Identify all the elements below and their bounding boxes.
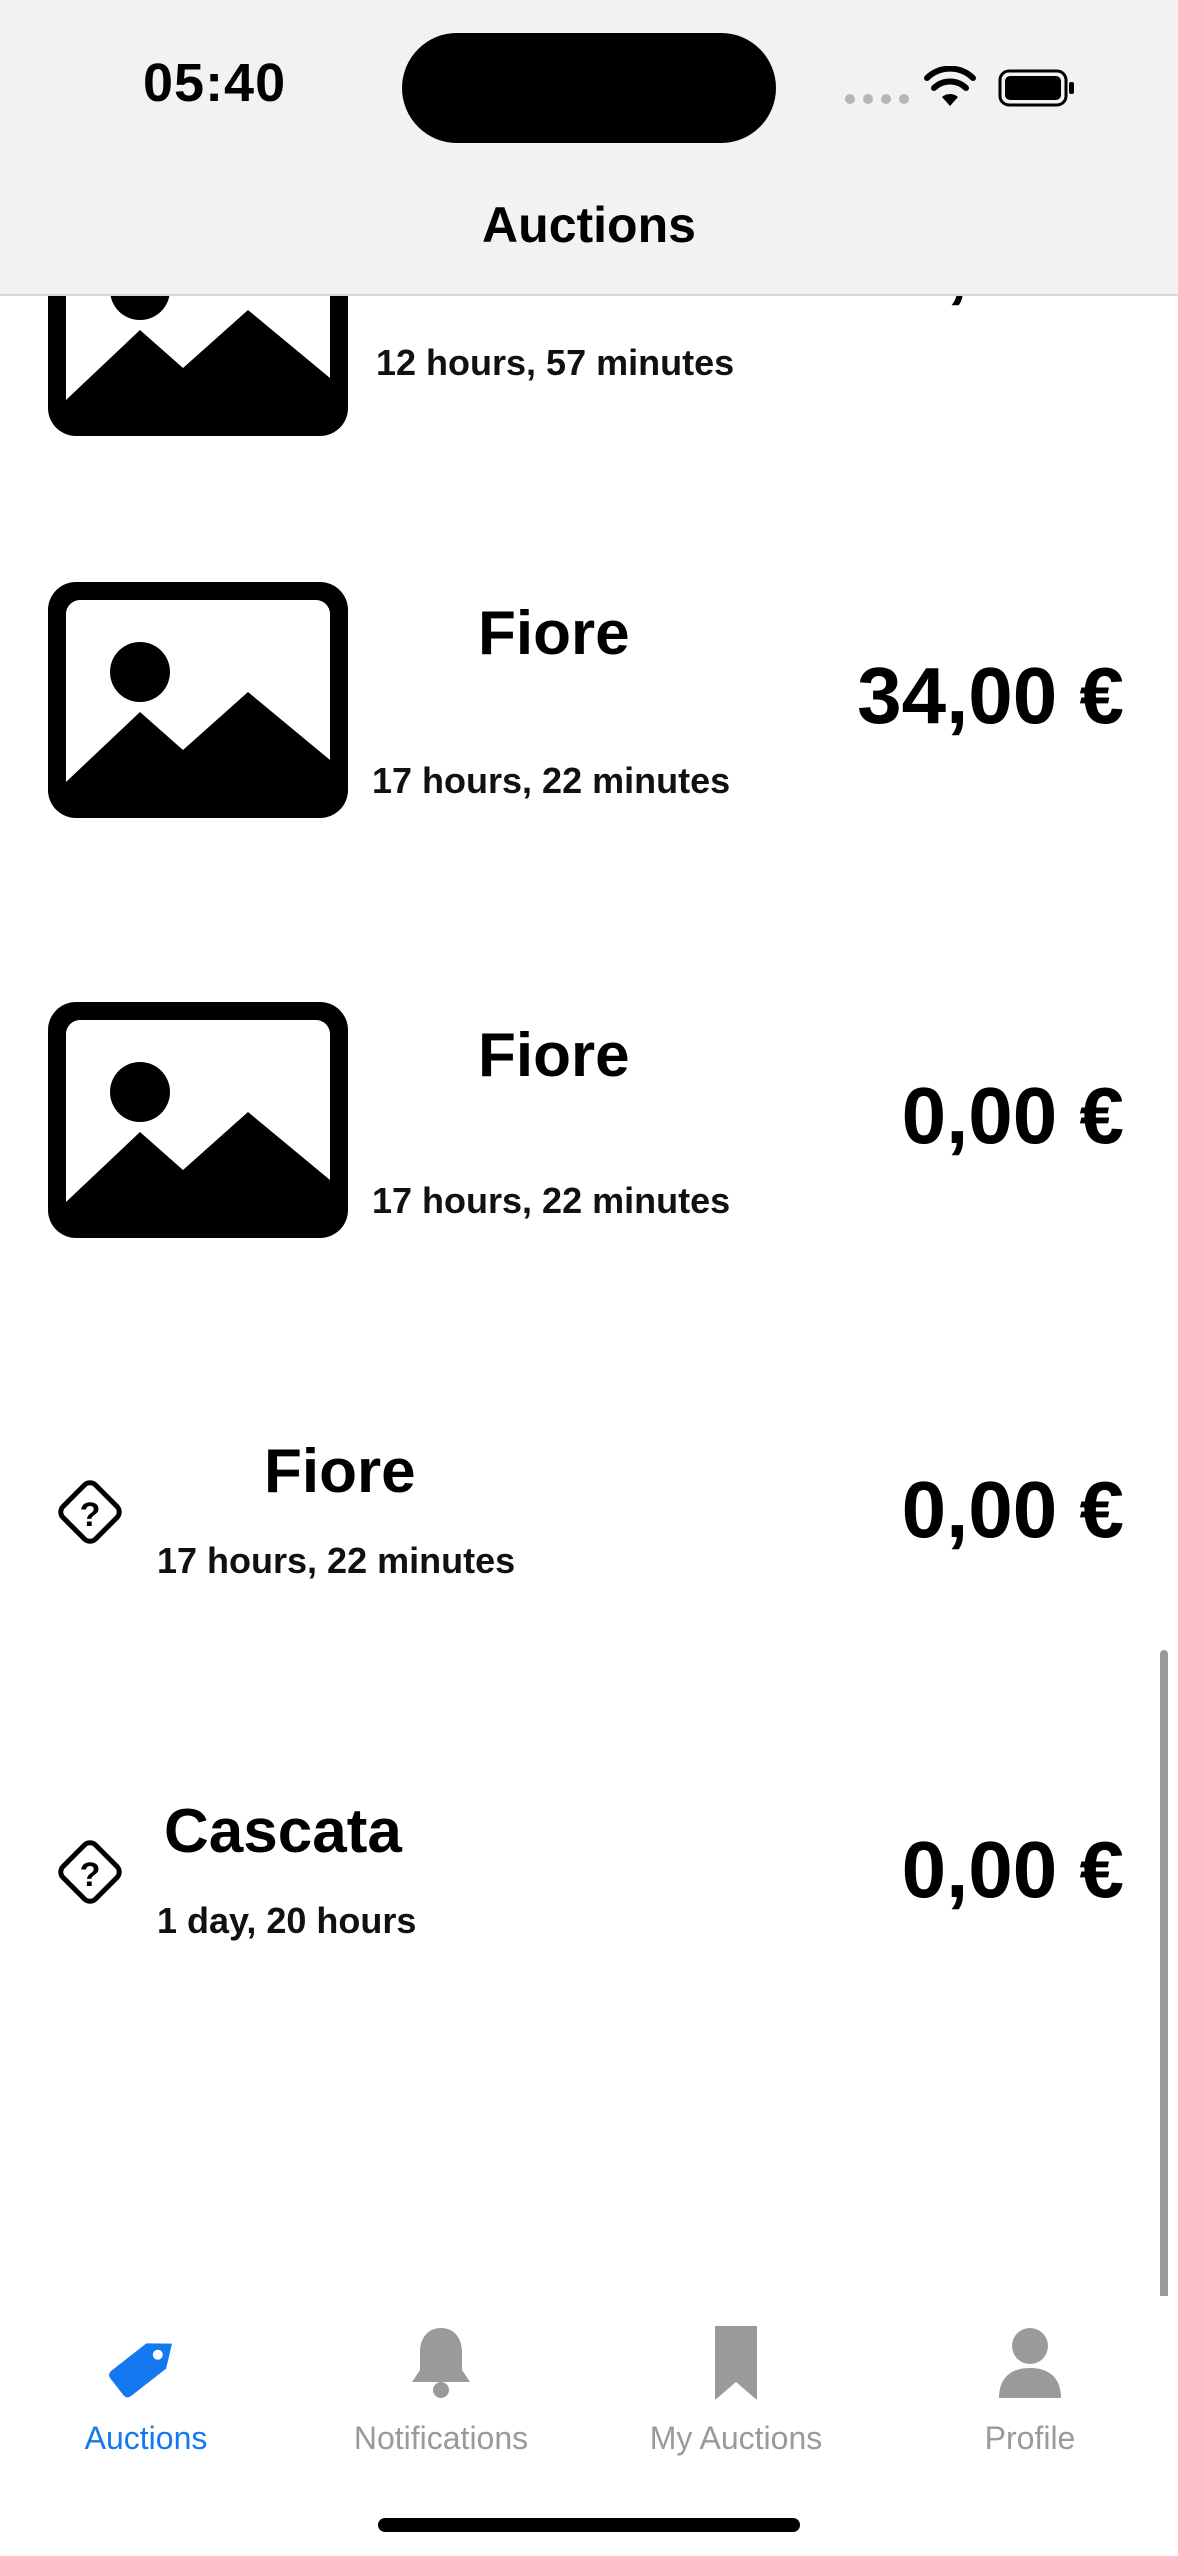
question-diamond-icon: ? (58, 1840, 122, 1904)
auction-title: Cascata (164, 1797, 402, 1866)
auction-title: Fiore (478, 1021, 630, 1090)
tab-label: Notifications (353, 2420, 529, 2456)
battery-icon (998, 69, 1074, 107)
auction-price: 0,00 € (901, 1465, 1124, 1554)
auction-time-remaining: 17 hours, 22 minutes (372, 1180, 731, 1221)
auction-price: 0,00 € (901, 1825, 1124, 1914)
question-diamond-icon: ? (58, 1480, 122, 1544)
auction-time-remaining: 17 hours, 22 minutes (372, 760, 731, 801)
tab-label: Profile (984, 2420, 1076, 2456)
photo-placeholder-icon (48, 1002, 348, 1238)
auction-price: 34,00 € (857, 651, 1124, 740)
auction-title: Fiore (264, 1437, 416, 1506)
tab-my-auctions[interactable]: My Auctions (616, 2324, 856, 2457)
tab-label: Auctions (84, 2420, 208, 2456)
auction-row[interactable]: ? Cascata 1 day, 20 hours 0,00 € (0, 1790, 1178, 1990)
auction-list[interactable]: 12 hours, 57 minutes 0,00 € Fiore 17 hou… (0, 0, 1178, 2300)
vertical-scrollbar[interactable] (1160, 1650, 1168, 2300)
auction-row[interactable]: Fiore 17 hours, 22 minutes 0,00 € (0, 990, 1178, 1250)
tab-profile[interactable]: Profile (910, 2324, 1150, 2457)
auction-row[interactable]: ? Fiore 17 hours, 22 minutes 0,00 € (0, 1430, 1178, 1630)
dynamic-island (402, 33, 776, 143)
navigation-header: 05:40 Auctions (0, 0, 1178, 296)
person-icon (999, 2328, 1061, 2398)
auction-time-remaining: 17 hours, 22 minutes (157, 1540, 516, 1581)
auction-price: 0,00 € (901, 1071, 1124, 1160)
bookmark-icon (715, 2326, 757, 2400)
auction-title: Fiore (478, 599, 630, 668)
tab-auctions[interactable]: Auctions (26, 2324, 266, 2457)
svg-text:?: ? (80, 1496, 101, 1534)
tab-bar: Auctions Notifications My Auctions Profi… (0, 2296, 1178, 2556)
status-time: 05:40 (143, 53, 287, 113)
tab-notifications[interactable]: Notifications (321, 2324, 561, 2457)
photo-placeholder-icon (48, 582, 348, 818)
wifi-icon (924, 66, 976, 106)
page-title: Auctions (482, 197, 696, 253)
auction-time-remaining: 1 day, 20 hours (157, 1900, 417, 1941)
home-indicator[interactable] (378, 2518, 800, 2532)
auction-time-remaining: 12 hours, 57 minutes (376, 342, 735, 383)
cellular-signal-icon (845, 94, 909, 104)
tag-icon (109, 2343, 173, 2398)
bell-icon (412, 2328, 470, 2398)
svg-text:?: ? (80, 1856, 101, 1894)
tab-label: My Auctions (649, 2420, 823, 2456)
auction-row[interactable]: Fiore 17 hours, 22 minutes 34,00 € (0, 570, 1178, 830)
